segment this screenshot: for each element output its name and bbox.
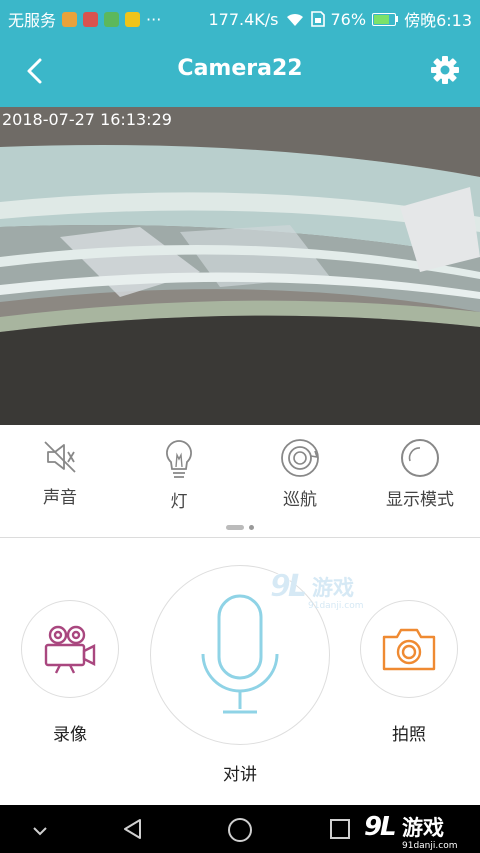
title-bar: Camera22 [0, 34, 480, 107]
sound-toggle-button[interactable]: 声音 [10, 437, 110, 508]
navigation-bar: 9 L 游戏 91danji.com [0, 805, 480, 853]
camera-live-view[interactable]: 2018-07-27 16:13:29 [0, 107, 480, 425]
watermark-brand: 游戏 [312, 576, 354, 600]
watermark-site-bottom: 91danji.com [402, 841, 457, 851]
notification-app-icon [125, 11, 141, 27]
battery-icon [372, 12, 399, 26]
carrier-label: 无服务 [8, 11, 57, 30]
sound-label: 声音 [43, 488, 77, 508]
network-speed: 177.4K/s [208, 9, 279, 29]
cruise-icon [281, 439, 319, 477]
nav-recents-button[interactable] [328, 817, 352, 845]
watermark-logo: 9 L 游戏 91danji.com [270, 568, 370, 616]
nav-back-button[interactable] [121, 817, 145, 845]
video-timestamp: 2018-07-27 16:13:29 [2, 110, 172, 129]
light-toggle-button[interactable]: 灯 [129, 437, 229, 512]
video-camera-icon [44, 625, 96, 674]
display-mode-button[interactable]: 显示模式 [370, 437, 470, 510]
battery-percent: 76% [330, 9, 367, 29]
record-button[interactable] [21, 600, 119, 698]
sim-icon [310, 11, 325, 27]
square-recents-icon [330, 819, 350, 839]
page-dot-active [226, 525, 244, 530]
control-row: 声音 灯 巡航 显示模式 [0, 425, 480, 537]
display-mode-icon [401, 439, 439, 477]
wifi-icon [286, 13, 303, 26]
hide-nav-button[interactable] [30, 823, 50, 842]
camera-icon [382, 628, 436, 671]
cruise-label: 巡航 [283, 490, 317, 510]
action-area: 录像 对讲 拍照 9 L 游戏 91danji.com [0, 538, 480, 805]
watermark-91-logo: 9 L 游戏 91danji.com [270, 569, 364, 611]
watermark-91-logo: 9 L 游戏 91danji.com [364, 812, 457, 851]
page-dot [249, 525, 254, 530]
speaker-muted-icon [44, 441, 76, 473]
svg-text:L: L [288, 569, 307, 604]
watermark-brand-bottom: 游戏 [402, 816, 444, 840]
page-title: Camera22 [177, 56, 303, 81]
cruise-button[interactable]: 巡航 [250, 437, 350, 510]
clock: 傍晚6:13 [404, 11, 472, 30]
notification-app-icon [83, 11, 99, 27]
gear-icon [431, 56, 459, 84]
settings-button[interactable] [428, 53, 462, 87]
record-label: 录像 [53, 725, 87, 745]
watermark-site: 91danji.com [308, 601, 363, 611]
triangle-back-icon [124, 819, 141, 839]
page-indicator [226, 525, 254, 530]
display-mode-label: 显示模式 [386, 490, 454, 510]
status-bar: 无服务 ··· 177.4K/s 76% 傍晚6:13 [0, 0, 480, 34]
photo-button[interactable] [360, 600, 458, 698]
watermark-logo-bottom: 9 L 游戏 91danji.com [364, 811, 464, 853]
circle-home-icon [228, 818, 252, 842]
app-header: 无服务 ··· 177.4K/s 76% 傍晚6:13 Camera22 [0, 0, 480, 107]
notification-app-icon [104, 11, 120, 27]
chevron-down-icon [33, 827, 47, 836]
notification-app-icon [62, 11, 78, 27]
photo-label: 拍照 [392, 725, 426, 745]
light-label: 灯 [170, 492, 188, 512]
light-bulb-icon [166, 440, 192, 478]
more-notifications-icon: ··· [146, 9, 162, 29]
camera-feed-image [0, 107, 480, 425]
talk-label: 对讲 [223, 765, 257, 785]
svg-text:L: L [380, 812, 397, 842]
nav-home-button[interactable] [227, 817, 253, 847]
